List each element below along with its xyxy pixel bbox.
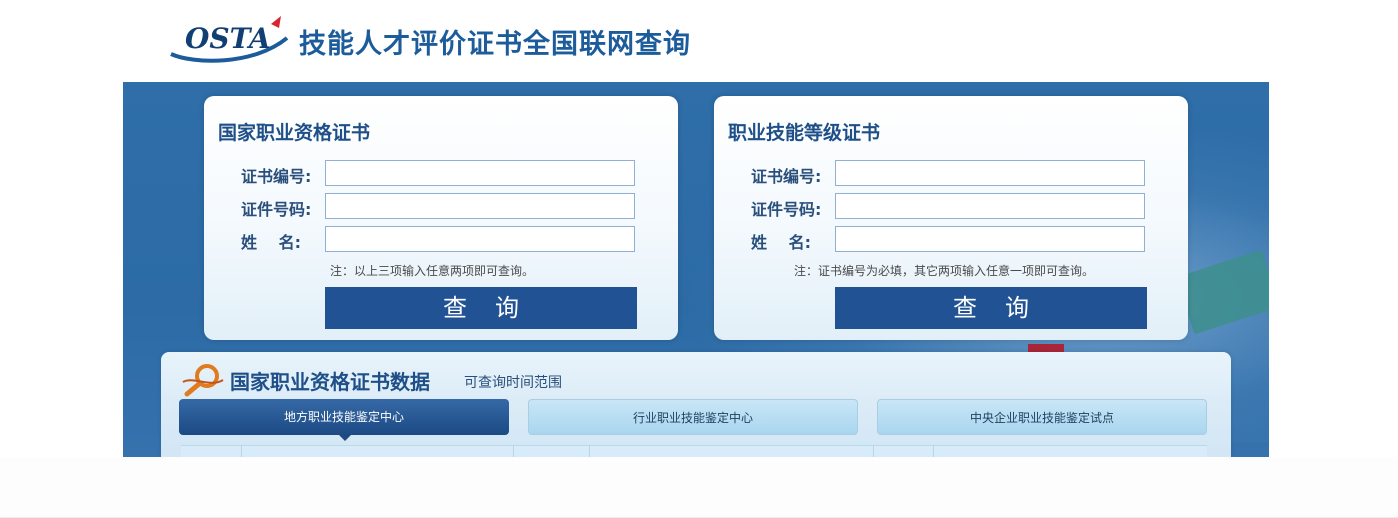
query-button[interactable]: 查询 [325,287,637,329]
banner: 国家职业资格证书 证书编号: 证件号码: 姓 名: 注：以上三项输入任意两项即可… [123,82,1269,457]
id-no-input[interactable] [325,193,635,219]
query-button[interactable]: 查询 [835,287,1147,329]
name-label: 姓 名: [241,233,301,252]
page-bottom-band [0,457,1398,518]
tab-central-enterprise-pilot[interactable]: 中央企业职业技能鉴定试点 [877,399,1207,435]
site-title: 技能人才评价证书全国联网查询 [299,29,691,60]
cert-no-label: 证书编号: [751,167,822,186]
table-divider [933,445,934,457]
vocational-qualification-card: 国家职业资格证书 证书编号: 证件号码: 姓 名: 注：以上三项输入任意两项即可… [204,96,678,340]
name-label: 姓 名: [751,233,811,252]
cert-no-row: 证书编号: [204,160,678,188]
card-title: 国家职业资格证书 [218,122,371,144]
table-divider [873,445,874,457]
tab-industry-center[interactable]: 行业职业技能鉴定中心 [528,399,858,435]
cert-no-row: 证书编号: [714,160,1188,188]
data-table-header [181,445,1207,457]
table-divider [589,445,590,457]
card-title: 职业技能等级证书 [728,122,881,144]
id-no-label: 证件号码: [751,200,822,219]
id-no-row: 证件号码: [204,193,678,221]
cert-no-input[interactable] [325,160,635,186]
data-panel-subtitle: 可查询时间范围 [464,375,562,391]
id-no-row: 证件号码: [714,193,1188,221]
magnifier-icon [182,364,224,397]
cert-no-label: 证书编号: [241,167,312,186]
qualification-data-panel: 国家职业资格证书数据 可查询时间范围 地方职业技能鉴定中心 行业职业技能鉴定中心… [161,352,1231,457]
name-row: 姓 名: [714,226,1188,254]
cert-no-input[interactable] [835,160,1145,186]
site-header: OSTA 技能人才评价证书全国联网查询 [0,0,1398,82]
logo-text: OSTA [185,22,271,55]
form-note: 注：以上三项输入任意两项即可查询。 [330,264,535,278]
name-input[interactable] [325,226,635,252]
name-input[interactable] [835,226,1145,252]
id-no-input[interactable] [835,193,1145,219]
form-note: 注：证书编号为必填，其它两项输入任意一项即可查询。 [794,264,1095,278]
osta-logo[interactable]: OSTA [163,14,289,66]
name-row: 姓 名: [204,226,678,254]
skill-level-card: 职业技能等级证书 证书编号: 证件号码: 姓 名: 注：证书编号为必填，其它两项… [714,96,1188,340]
id-no-label: 证件号码: [241,200,312,219]
table-divider [513,445,514,457]
tab-local-center[interactable]: 地方职业技能鉴定中心 [179,399,509,435]
data-panel-title: 国家职业资格证书数据 [230,370,430,394]
active-tab-pointer-icon [339,435,351,441]
table-divider [241,445,242,457]
